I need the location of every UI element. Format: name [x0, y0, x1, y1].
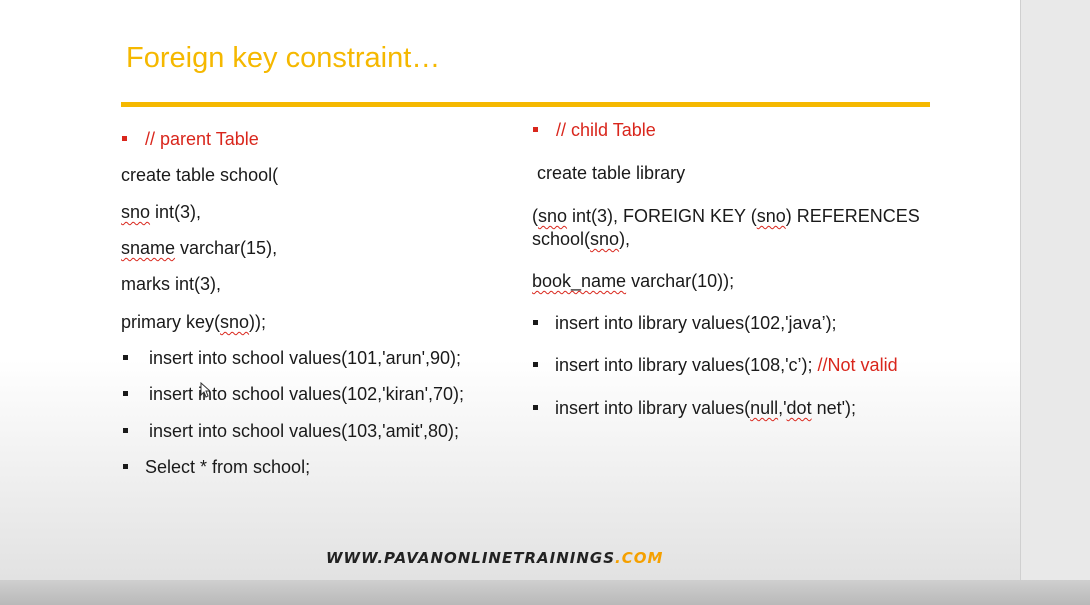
fk-sno-ref-word: sno — [756, 206, 786, 226]
footer-site: WWW.PAVANONLINETRAININGS — [326, 549, 616, 567]
bullet-icon — [533, 127, 538, 132]
book-name-word: book_name — [532, 271, 627, 291]
marks-column-line: marks int(3), — [121, 274, 222, 294]
sno-word: sno — [121, 202, 151, 222]
school-insert-3: insert into school values(103,'amit',80)… — [149, 421, 460, 441]
slide: Foreign key constraint… // parent Table … — [0, 0, 1020, 580]
pk-suffix: )); — [249, 312, 267, 332]
dot-word: dot — [786, 398, 812, 418]
null-word: null — [750, 398, 779, 418]
fk-school-sno-word: sno — [590, 229, 620, 249]
bullet-icon — [123, 464, 128, 469]
book-name-line: book_name varchar(10)); — [532, 271, 734, 292]
bullet-icon — [533, 320, 538, 325]
slide-title: Foreign key constraint… — [126, 42, 441, 74]
create-school-line: create table school( — [121, 165, 279, 185]
foreign-key-line-1: (sno int(3), FOREIGN KEY (sno) REFERENCE… — [532, 206, 920, 227]
foreign-key-line-2: school(sno), — [532, 229, 630, 250]
pk-prefix: primary key( — [121, 312, 221, 332]
bullet-icon — [123, 355, 128, 360]
mouse-cursor-icon — [200, 382, 210, 398]
footer-domain: .COM — [615, 549, 664, 567]
bullet-icon — [123, 428, 128, 433]
school-insert-1: insert into school values(101,'arun',90)… — [149, 348, 462, 368]
book-name-type: varchar(10)); — [626, 271, 735, 291]
create-library-line: create table library — [537, 163, 686, 183]
sname-word: sname — [121, 238, 176, 258]
parent-table-heading: // parent Table — [145, 129, 259, 149]
school-insert-2: insert into school values(102,'kiran',70… — [149, 384, 465, 404]
sname-column-line: sname varchar(15), — [121, 238, 277, 259]
select-line: Select * from school; — [145, 457, 311, 477]
sno-type: int(3), — [150, 202, 202, 222]
primary-key-line: primary key(sno)); — [121, 312, 266, 333]
bullet-icon — [533, 362, 538, 367]
bullet-icon — [122, 136, 127, 141]
bullet-icon — [123, 391, 128, 396]
insert3-prefix: insert into library values( — [555, 398, 751, 418]
right-gutter — [1020, 0, 1090, 580]
child-table-heading: // child Table — [556, 120, 656, 140]
insert3-mid: ,' — [778, 398, 787, 418]
sname-type: varchar(15), — [175, 238, 278, 258]
bullet-icon — [533, 405, 538, 410]
fk-references: ) REFERENCES — [785, 206, 920, 226]
library-insert-3: insert into library values(null,'dot net… — [555, 398, 856, 419]
library-insert-2-code: insert into library values(108,'c’); — [555, 355, 818, 375]
insert3-suffix: net'); — [811, 398, 857, 418]
fk-sno-word: sno — [538, 206, 568, 226]
bottom-bar — [0, 580, 1090, 605]
fk-middle: int(3), FOREIGN KEY ( — [567, 206, 757, 226]
library-insert-2: insert into library values(108,'c’); //N… — [555, 355, 898, 376]
pk-sno-word: sno — [220, 312, 250, 332]
fk-school: school( — [532, 229, 591, 249]
library-insert-1: insert into library values(102,'java’); — [555, 313, 837, 333]
not-valid-note: //Not valid — [817, 355, 898, 375]
footer-watermark: WWW.PAVANONLINETRAININGS.COM — [326, 549, 663, 567]
title-rule — [121, 102, 930, 107]
sno-column-line: sno int(3), — [121, 202, 201, 223]
fk-close: ), — [619, 229, 631, 249]
